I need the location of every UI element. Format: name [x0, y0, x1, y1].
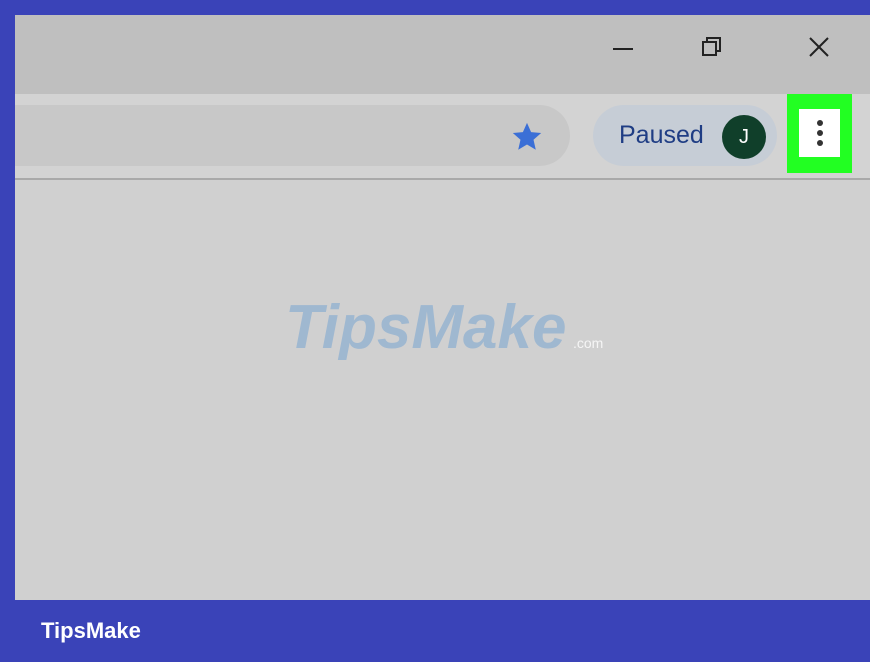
address-bar[interactable]	[15, 105, 570, 166]
svg-text:TipsMake: TipsMake	[285, 293, 566, 360]
browser-screen: Paused J TipsMake .com	[15, 15, 870, 600]
svg-text:.com: .com	[573, 335, 603, 351]
footer-brand: TipsMake	[41, 618, 141, 643]
profile-status-label: Paused	[619, 121, 704, 149]
bookmark-button[interactable]	[509, 119, 545, 155]
avatar: J	[722, 115, 766, 159]
watermark-logo: TipsMake .com	[285, 293, 603, 360]
profile-button[interactable]: Paused J	[593, 105, 777, 166]
menu-highlight	[787, 94, 852, 173]
minimize-icon	[613, 48, 633, 50]
minimize-button[interactable]	[601, 25, 645, 69]
menu-button[interactable]	[799, 109, 840, 157]
title-bar	[15, 15, 870, 94]
page-content: TipsMake .com	[15, 180, 870, 600]
star-icon	[512, 122, 542, 150]
more-vertical-icon	[816, 120, 823, 146]
close-icon	[809, 37, 829, 57]
footer-bar: TipsMake	[0, 600, 870, 662]
close-button[interactable]	[797, 25, 841, 69]
restore-button[interactable]	[690, 25, 734, 69]
restore-icon	[702, 37, 721, 56]
browser-toolbar: Paused J	[15, 94, 870, 180]
